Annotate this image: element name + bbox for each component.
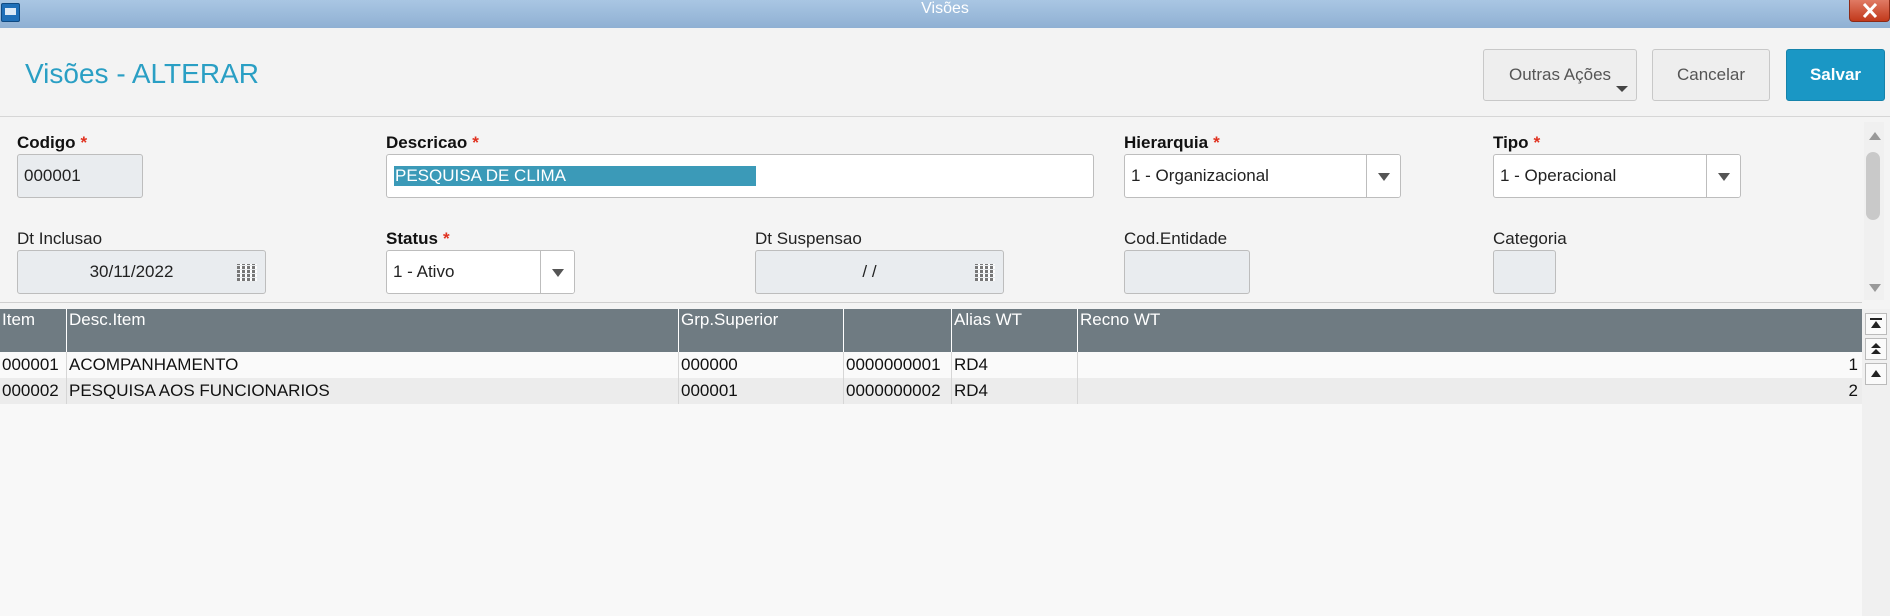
cell-alias-wt: RD4 [952, 352, 1078, 378]
cod-entidade-label: Cod.Entidade [1124, 229, 1228, 248]
cell-recno-wt: 1 [1848, 355, 1858, 374]
codigo-field[interactable]: 000001 [17, 154, 143, 198]
dropdown-arrow-icon[interactable] [1706, 155, 1740, 197]
scroll-down-icon[interactable] [1869, 284, 1881, 292]
column-header-desc-item[interactable]: Desc.Item [67, 309, 679, 352]
window-title-bar: Visões [0, 0, 1890, 28]
dropdown-arrow-icon[interactable] [540, 251, 574, 293]
status-label: Status * [386, 229, 450, 248]
close-icon[interactable] [1849, 0, 1890, 22]
scroll-up-icon[interactable] [1869, 132, 1881, 140]
status-select[interactable]: 1 - Ativo [386, 250, 575, 294]
grid-navigation [1862, 309, 1890, 616]
cod-entidade-field[interactable] [1124, 250, 1250, 294]
column-header-recno-wt[interactable]: Recno WT [1078, 309, 1862, 352]
cell-recno-wt: 2 [1848, 381, 1858, 400]
dt-inclusao-label: Dt Inclusao [17, 229, 103, 248]
column-header-alias-wt[interactable]: Alias WT [952, 309, 1078, 352]
page-header: Visões - ALTERAR Outras Ações Cancelar S… [0, 28, 1890, 117]
cell-desc-item: ACOMPANHAMENTO [67, 352, 679, 378]
table-row[interactable]: 000002 PESQUISA AOS FUNCIONARIOS 000001 … [0, 378, 1862, 404]
window-title: Visões [921, 0, 969, 17]
chevron-down-icon [1616, 86, 1628, 92]
scrollbar-thumb[interactable] [1866, 152, 1880, 220]
section-divider [0, 302, 1862, 303]
cell-grp-superior: 000000 [679, 352, 844, 378]
hierarquia-select[interactable]: 1 - Organizacional [1124, 154, 1401, 198]
form-scrollbar[interactable] [1864, 122, 1884, 300]
cell-desc-item: PESQUISA AOS FUNCIONARIOS [67, 378, 679, 404]
cell-code: 0000000001 [844, 352, 952, 378]
descricao-field[interactable]: PESQUISA DE CLIMA [386, 154, 1094, 198]
cell-code: 0000000002 [844, 378, 952, 404]
codigo-label: Codigo * [17, 133, 88, 152]
column-header-item[interactable]: Item [0, 309, 67, 352]
cell-item: 000001 [0, 352, 67, 378]
dt-suspensao-field[interactable]: / / [755, 250, 1004, 294]
cell-alias-wt: RD4 [952, 378, 1078, 404]
column-header-blank[interactable] [844, 309, 952, 352]
categoria-field[interactable] [1493, 250, 1556, 294]
previous-record-icon[interactable] [1865, 363, 1887, 385]
items-grid: Item Desc.Item Grp.Superior Alias WT Rec… [0, 309, 1862, 616]
column-header-grp-superior[interactable]: Grp.Superior [679, 309, 844, 352]
hierarquia-label: Hierarquia * [1124, 133, 1220, 152]
table-row[interactable]: 000001 ACOMPANHAMENTO 000000 0000000001 … [0, 352, 1862, 378]
dt-inclusao-field[interactable]: 30/11/2022 [17, 250, 266, 294]
descricao-selected-text: PESQUISA DE CLIMA [394, 166, 756, 186]
tipo-label: Tipo * [1493, 133, 1541, 152]
categoria-label: Categoria [1493, 229, 1567, 248]
grid-header: Item Desc.Item Grp.Superior Alias WT Rec… [0, 309, 1862, 352]
cancel-button[interactable]: Cancelar [1652, 49, 1770, 101]
save-button[interactable]: Salvar [1786, 49, 1885, 101]
page-title: Visões - ALTERAR [25, 58, 259, 89]
first-record-icon[interactable] [1865, 313, 1887, 335]
cell-item: 000002 [0, 378, 67, 404]
cell-grp-superior: 000001 [679, 378, 844, 404]
calendar-icon[interactable] [975, 264, 995, 281]
page-up-icon[interactable] [1865, 338, 1887, 360]
form-area: Codigo * Descricao * Hierarquia * Tipo * 000… [0, 118, 1862, 303]
other-actions-button[interactable]: Outras Ações [1483, 49, 1637, 101]
dt-suspensao-label: Dt Suspensao [755, 229, 862, 248]
other-actions-label: Outras Ações [1508, 65, 1612, 84]
calendar-icon[interactable] [237, 264, 257, 281]
tipo-select[interactable]: 1 - Operacional [1493, 154, 1741, 198]
descricao-label: Descricao * [386, 133, 479, 152]
dropdown-arrow-icon[interactable] [1366, 155, 1400, 197]
